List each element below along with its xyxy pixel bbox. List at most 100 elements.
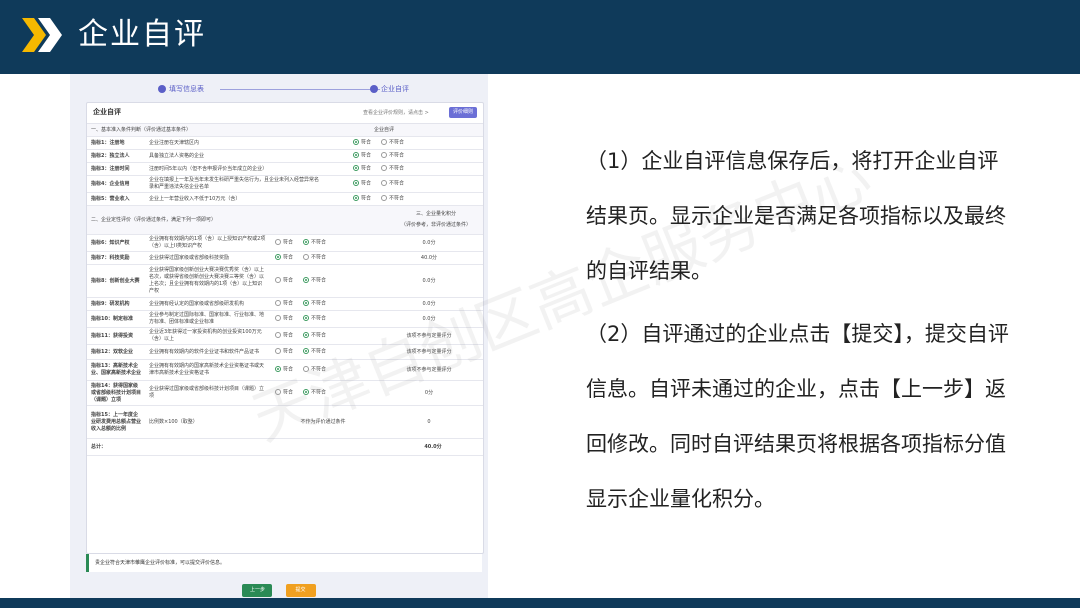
radio-no[interactable]: 不符合 <box>303 277 326 285</box>
radio-yes[interactable]: 符合 <box>275 332 293 340</box>
indicator-options: 符合 不符合 <box>271 344 375 360</box>
table-row: 指标14：获得国家级或省部级科技计划项目（课题）立项 企业获得过国家级或省部级科技… <box>87 380 483 406</box>
double-chevron-icon <box>22 18 62 52</box>
radio-icon <box>275 315 281 322</box>
table-row: 指标7：科技奖励 企业获得过国家级或省部级科技奖励 符合 不符合 40.0分 <box>87 251 483 265</box>
indicator-score: 该项不参与定量评分 <box>375 359 483 381</box>
radio-no[interactable]: 不符合 <box>381 180 404 188</box>
indicator-options: 符合 不符合 <box>271 297 375 311</box>
submit-button[interactable]: 提交 <box>285 584 316 597</box>
indicator-desc: 企业在填报上一年及当年未发生科研严重失信行为，且企业未列入经营异常名录和严重违法… <box>145 175 323 193</box>
indicator-desc: 注册时间5年以内（但不含申报评价当年成立的企业） <box>145 162 323 176</box>
radio-yes[interactable]: 符合 <box>353 152 371 160</box>
indicator-score: 0 <box>375 405 483 439</box>
indicator-score: 0.0分 <box>375 310 483 328</box>
rule-button[interactable]: 评价细则 <box>448 107 477 118</box>
indicator-name: 指标6：知识产权 <box>87 235 145 252</box>
indicator-options: 符合 不符合 <box>323 192 483 206</box>
section1-title: 一、基本准入条件判断（评价通过基本条件） <box>87 124 285 137</box>
radio-yes[interactable]: 符合 <box>275 277 293 285</box>
radio-no[interactable]: 不符合 <box>303 315 326 323</box>
description: （1）企业自评信息保存后，将打开企业自评结果页。显示企业是否满足各项指标以及最终… <box>586 134 1016 535</box>
table-row: 指标10：制定标准 企业参与制定过国际标准、国家标准、行业标准、地方标准、团体标准… <box>87 310 483 328</box>
indicator-score: 0.0分 <box>375 264 483 298</box>
indicator-desc: 具备独立法人资格的企业 <box>145 149 323 163</box>
radio-yes[interactable]: 符合 <box>353 180 371 188</box>
radio-icon <box>381 139 388 146</box>
radio-yes[interactable]: 符合 <box>353 139 371 147</box>
step-self-eval[interactable]: 企业自评 <box>370 82 409 96</box>
indicator-desc: 企业近3年获得过一家投资机构的创业投资100万元（含）以上 <box>145 327 271 345</box>
indicator-name: 指标7：科技奖励 <box>87 251 145 265</box>
radio-no[interactable]: 不符合 <box>303 389 326 397</box>
quality-table: 指标6：知识产权 企业拥有有效期内的1项（含）以上授知识产权或2项（含）以上II类… <box>87 235 483 439</box>
total-label: 总计： <box>87 439 145 456</box>
radio-no[interactable]: 不符合 <box>381 139 404 147</box>
table-row: 指标1：注册地 企业注册在天津辖区内 符合 不符合 <box>87 137 483 150</box>
action-buttons: 上一步 提交 <box>70 576 488 597</box>
indicator-score: 该项不参与定量评分 <box>375 327 483 345</box>
radio-no[interactable]: 不符合 <box>381 195 404 203</box>
radio-icon <box>353 180 359 187</box>
indicator-name: 指标14：获得国家级或省部级科技计划项目（课题）立项 <box>87 380 145 406</box>
section1-header: 一、基本准入条件判断（评价通过基本条件） 企业自评 <box>87 124 483 137</box>
bottom-bar <box>0 598 1080 608</box>
total-table: 总计： 40.0分 <box>87 439 483 456</box>
radio-yes[interactable]: 符合 <box>275 239 293 247</box>
radio-yes[interactable]: 符合 <box>353 195 371 203</box>
radio-icon <box>275 239 281 246</box>
table-row: 指标9：研发机构 企业拥有经认定的国家级或省部级研发机构 符合 不符合 0.0分 <box>87 297 483 311</box>
indicator-name: 指标8：创新创业大赛 <box>87 264 145 298</box>
card-title: 企业自评 <box>93 108 121 116</box>
radio-no[interactable]: 不符合 <box>303 239 326 247</box>
radio-yes[interactable]: 符合 <box>275 254 293 262</box>
indicator-name: 指标2：独立法人 <box>87 149 145 163</box>
indicator-options: 符合 不符合 <box>271 235 375 252</box>
table-row: 指标12：双软企业 企业拥有有效期内的软件企业证书和软件产品证书 符合 不符合 该项不参… <box>87 344 483 360</box>
indicator-options: 符合 不符合 <box>323 162 483 176</box>
radio-icon <box>275 366 281 373</box>
radio-yes[interactable]: 符合 <box>275 366 293 374</box>
indicator-desc: 企业注册在天津辖区内 <box>145 137 323 150</box>
radio-yes[interactable]: 符合 <box>353 165 371 173</box>
table-row: 指标5：营业收入 企业上一年营业收入不低于10万元（含） 符合 不符合 <box>87 192 483 206</box>
indicator-options: 符合 不符合 <box>323 175 483 193</box>
radio-no[interactable]: 不符合 <box>381 152 404 160</box>
radio-icon <box>275 348 281 355</box>
radio-icon <box>303 277 310 284</box>
radio-icon <box>353 152 359 159</box>
table-row: 指标8：创新创业大赛 企业获得国家级创新创业大赛决赛优秀奖（含）以上名次，或获得省… <box>87 264 483 298</box>
table-row: 指标2：独立法人 具备独立法人资格的企业 符合 不符合 <box>87 149 483 163</box>
radio-icon <box>303 348 310 355</box>
indicator-desc: 企业获得过国家级或省部级科技奖励 <box>145 251 271 265</box>
section2-col-header: 三、企业量化积分 （评价参考，非评价通过条件） <box>389 206 483 235</box>
indicator-name: 指标10：制定标准 <box>87 310 145 328</box>
radio-icon <box>275 300 281 307</box>
radio-yes[interactable]: 符合 <box>275 389 293 397</box>
eval-table: 一、基本准入条件判断（评价通过基本条件） 企业自评 <box>87 124 483 137</box>
total-row: 总计： 40.0分 <box>87 439 483 456</box>
indicator-desc: 企业拥有有效期内的软件企业证书和软件产品证书 <box>145 344 271 360</box>
indicator-name: 指标3：注册时间 <box>87 162 145 176</box>
radio-no[interactable]: 不符合 <box>303 332 326 340</box>
page-title: 企业自评 <box>78 17 206 52</box>
header-banner: 企业自评 <box>0 0 1080 74</box>
step-fill-info[interactable]: 填写信息表 <box>158 82 204 96</box>
radio-no[interactable]: 不符合 <box>303 300 326 308</box>
indicator-options: 符合 不符合 <box>323 149 483 163</box>
self-eval-card: 企业自评 评价细则 一、基本准入条件判断（评价通过基本条件） 企业自评 指标1：… <box>86 102 484 554</box>
indicator-score: 0.0分 <box>375 297 483 311</box>
radio-no[interactable]: 不符合 <box>381 165 404 173</box>
radio-yes[interactable]: 符合 <box>275 300 293 308</box>
radio-yes[interactable]: 符合 <box>275 315 293 323</box>
radio-icon <box>303 315 310 322</box>
indicator-desc: 企业获得过国家级或省部级科技计划项目（课题）立项 <box>145 380 271 406</box>
radio-no[interactable]: 不符合 <box>303 254 326 262</box>
radio-no[interactable]: 不符合 <box>303 366 326 374</box>
table-row: 指标4：企业信用 企业在填报上一年及当年未发生科研严重失信行为，且企业未列入经营异… <box>87 175 483 193</box>
step-dot-icon <box>158 85 166 93</box>
rule-search-input[interactable] <box>363 107 441 118</box>
radio-no[interactable]: 不符合 <box>303 348 326 356</box>
prev-button[interactable]: 上一步 <box>242 584 273 597</box>
radio-yes[interactable]: 符合 <box>275 348 293 356</box>
